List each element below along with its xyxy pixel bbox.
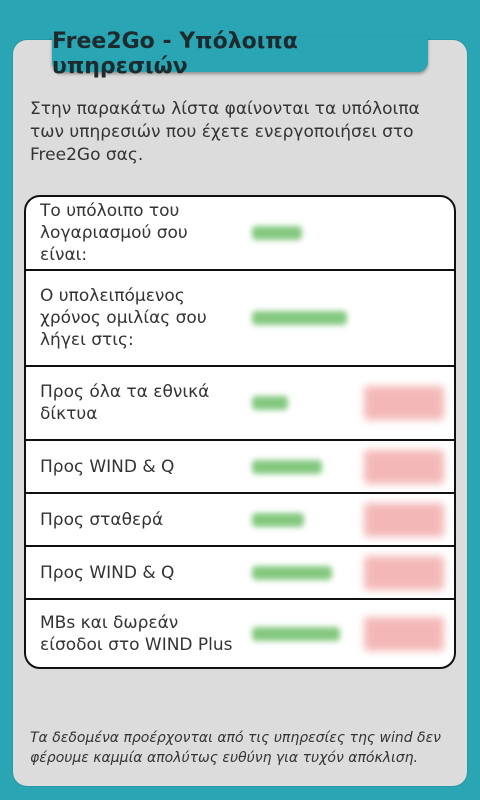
blurred-value	[252, 512, 304, 527]
blurred-expiry	[364, 449, 444, 484]
row-label: Προς σταθερά	[40, 509, 164, 530]
row-label: Προς WIND & Q	[40, 562, 175, 583]
table-row: Το υπόλοιπο του λογαριασμού σου είναι:	[26, 197, 454, 271]
blurred-value	[252, 565, 332, 580]
blurred-expiry	[364, 502, 444, 537]
blurred-value	[252, 459, 322, 474]
row-label: Ο υπολειπόμενος χρόνος ομιλίας σου λήγει…	[40, 286, 207, 350]
row-label: Το υπόλοιπο του λογαριασμού σου είναι:	[40, 201, 188, 265]
table-row: Προς WIND & Q	[26, 547, 454, 600]
blurred-expiry	[364, 555, 444, 590]
blurred-value	[252, 626, 340, 641]
page-title: Free2Go - Υπόλοιπα υπηρεσιών	[52, 29, 428, 79]
blurred-value	[252, 226, 302, 240]
blurred-expiry	[364, 616, 444, 651]
blurred-value	[252, 311, 347, 325]
blurred-expiry	[364, 386, 444, 420]
row-label: Προς WIND & Q	[40, 456, 175, 477]
blurred-value	[252, 396, 288, 410]
table-row: Προς σταθερά	[26, 494, 454, 547]
balances-table: Το υπόλοιπο του λογαριασμού σου είναι: Ο…	[24, 195, 456, 669]
intro-text: Στην παρακάτω λίστα φαίνονται τα υπόλοιπ…	[30, 99, 420, 165]
table-row: Προς όλα τα εθνικά δίκτυα	[26, 367, 454, 441]
row-label: MBs και δωρεάν είσοδοι στο WIND Plus	[40, 612, 233, 655]
table-row: Ο υπολειπόμενος χρόνος ομιλίας σου λήγει…	[26, 271, 454, 367]
disclaimer-text: Τα δεδομένα προέρχονται από τις υπηρεσίε…	[30, 730, 441, 766]
table-row: MBs και δωρεάν είσοδοι στο WIND Plus	[26, 600, 454, 667]
row-label: Προς όλα τα εθνικά δίκτυα	[40, 382, 210, 424]
table-row: Προς WIND & Q	[26, 441, 454, 494]
